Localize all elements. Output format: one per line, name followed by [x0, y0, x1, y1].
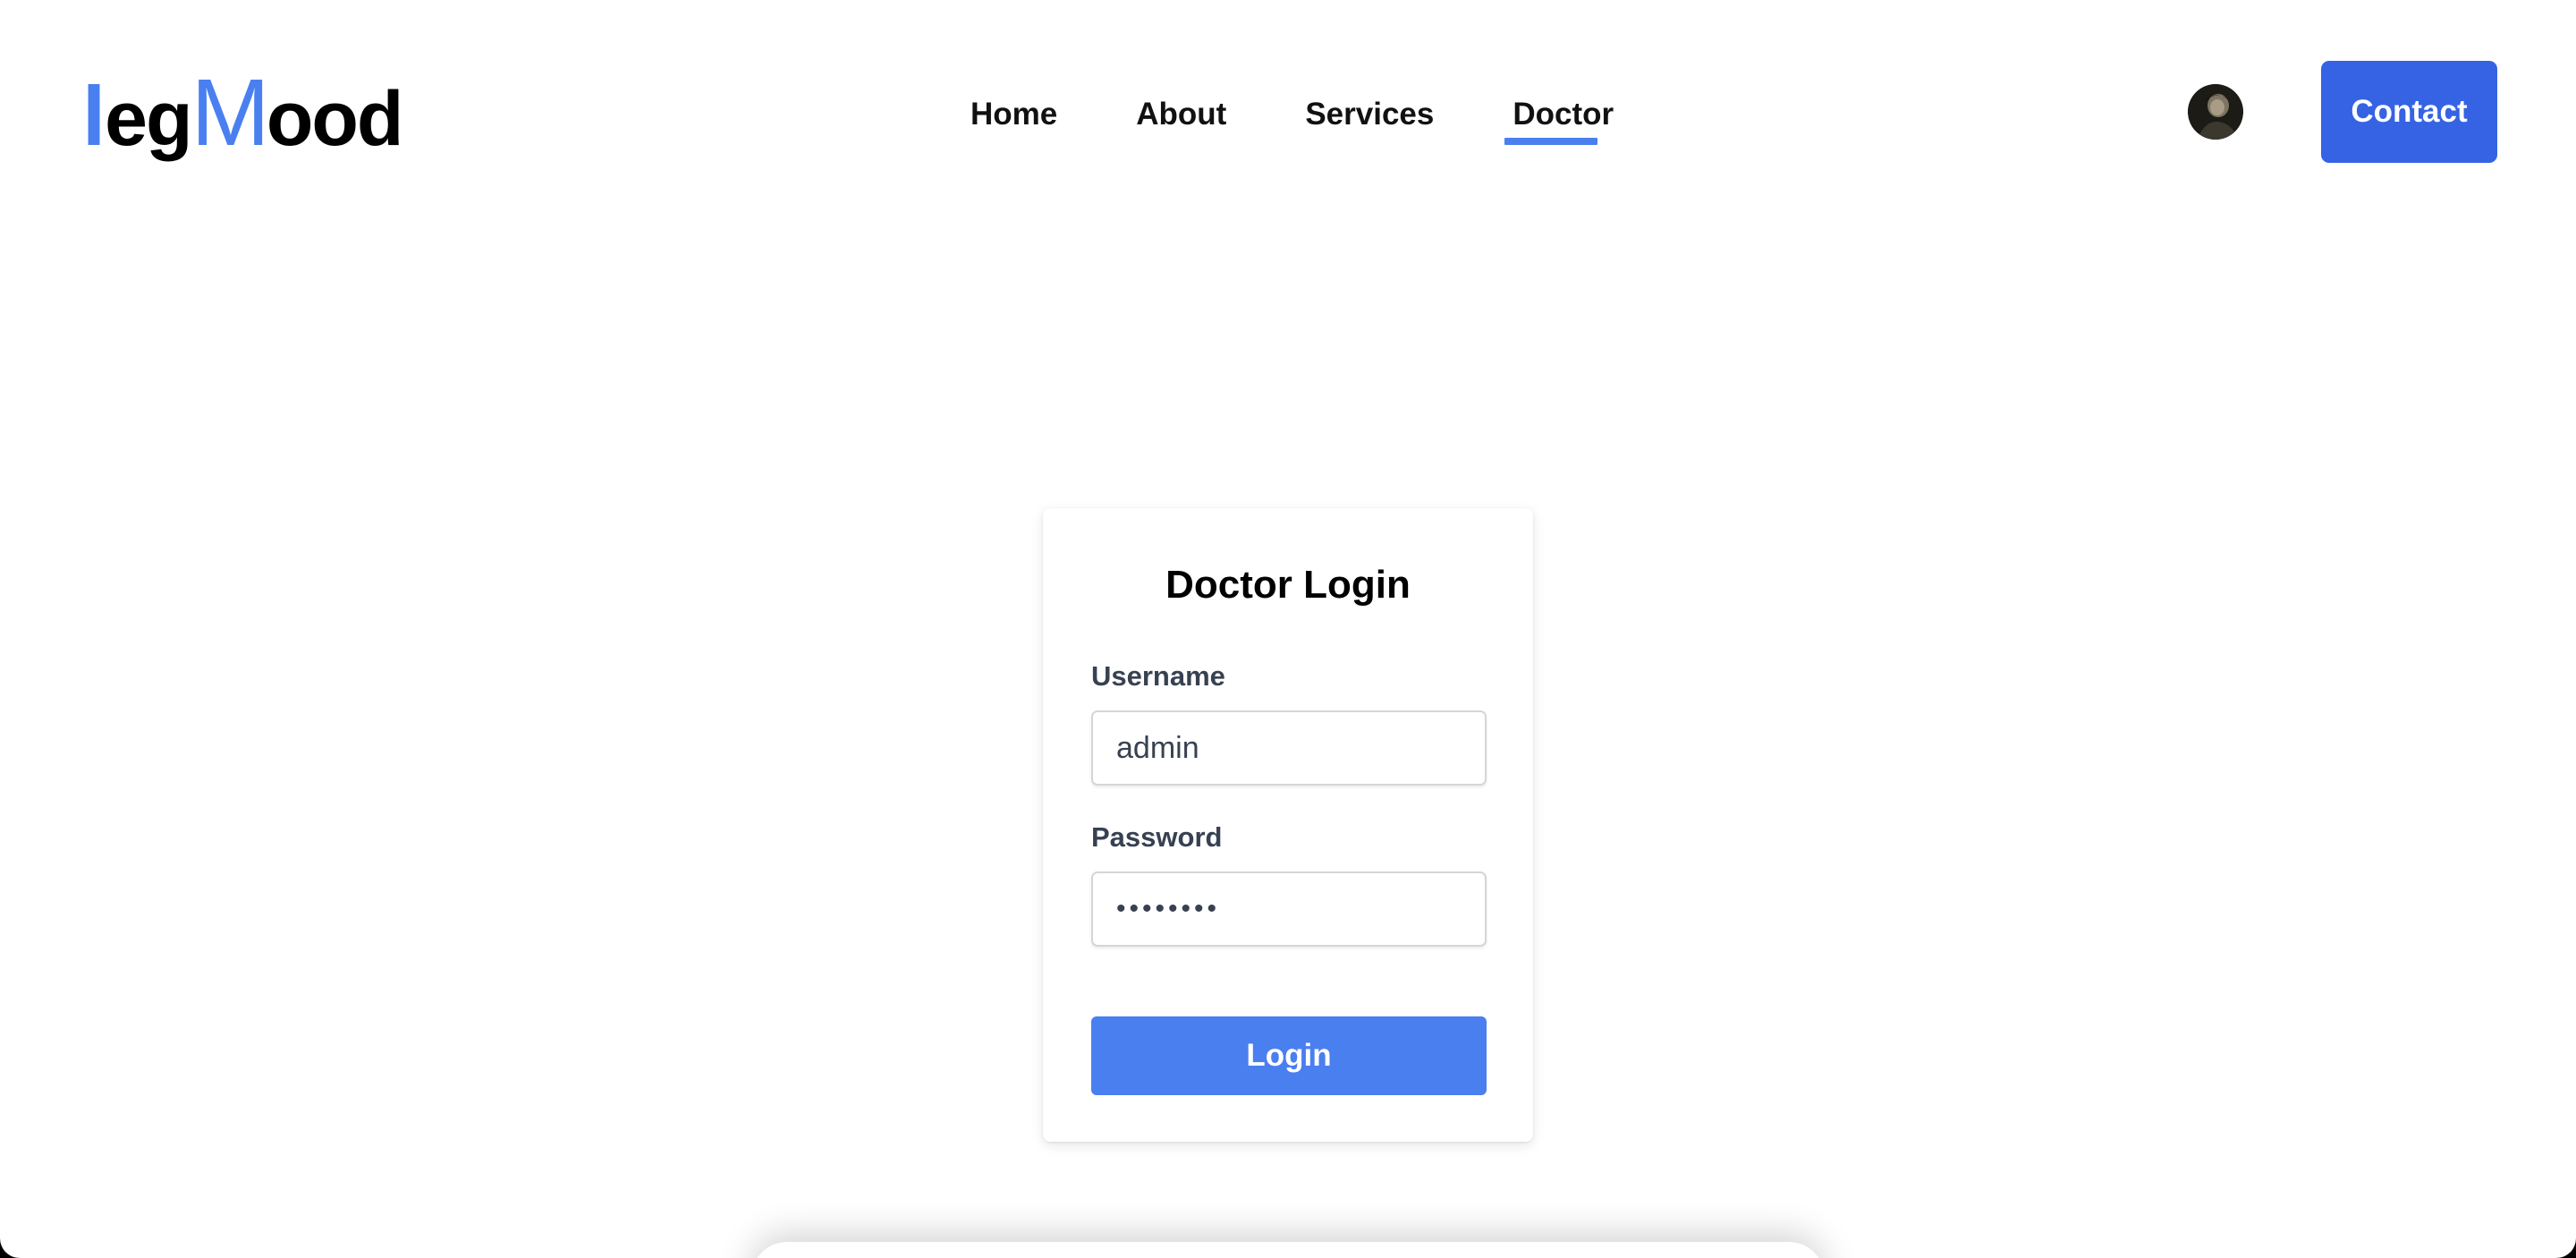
bottom-shadow-panel: [751, 1242, 1825, 1258]
login-title: Doctor Login: [1165, 563, 1411, 607]
nav-item-doctor[interactable]: Doctor: [1504, 88, 1614, 145]
site-logo[interactable]: l eg M ood: [82, 60, 403, 166]
main-nav: Home About Services Doctor: [970, 86, 1614, 145]
password-input[interactable]: [1091, 871, 1487, 947]
logo-text-eg: eg: [105, 76, 192, 162]
login-button[interactable]: Login: [1091, 1016, 1487, 1095]
page: l eg M ood Home About Services Doctor Co…: [0, 0, 2576, 1258]
user-avatar-icon[interactable]: [2188, 84, 2243, 140]
nav-item-services[interactable]: Services: [1305, 88, 1434, 141]
logo-text-ood: ood: [266, 76, 404, 162]
username-input[interactable]: [1091, 710, 1487, 786]
logo-letter-l: l: [82, 69, 106, 163]
username-label: Username: [1091, 660, 1225, 692]
password-label: Password: [1091, 821, 1223, 853]
avatar-photo-icon: [2188, 84, 2243, 140]
contact-button[interactable]: Contact: [2321, 61, 2497, 163]
nav-item-about[interactable]: About: [1136, 88, 1226, 141]
nav-item-home[interactable]: Home: [970, 88, 1057, 141]
site-header: l eg M ood Home About Services Doctor Co…: [0, 0, 2576, 224]
logo-letter-m: M: [191, 60, 270, 166]
login-card: Doctor Login Username Password Login: [1043, 508, 1533, 1142]
